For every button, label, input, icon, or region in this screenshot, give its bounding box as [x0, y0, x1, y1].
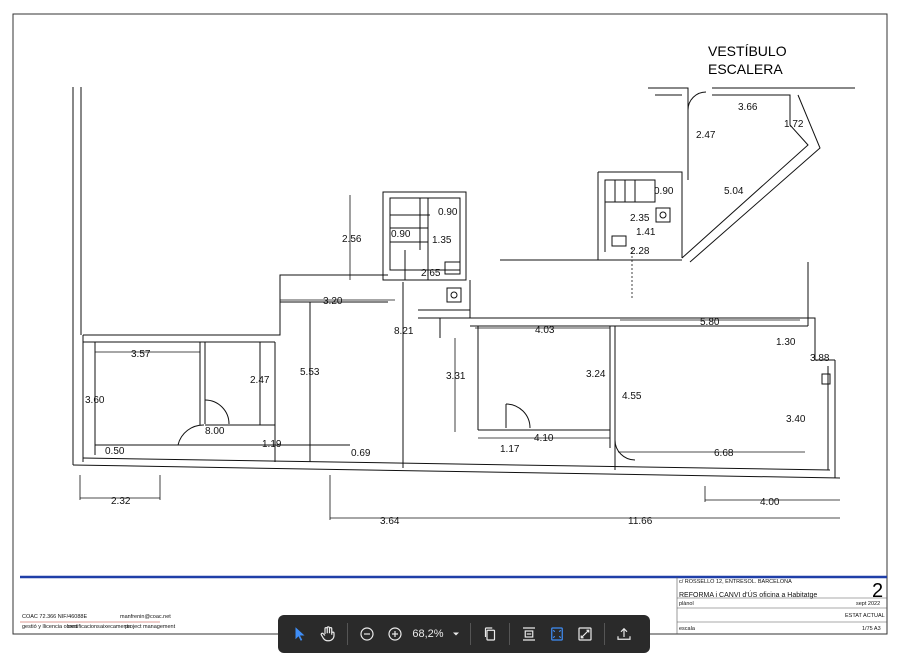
dim-label: 5.53 — [300, 367, 320, 378]
dim-label: 0.50 — [105, 446, 125, 457]
dim-label: 2.35 — [630, 213, 650, 224]
dim-label: 0.69 — [351, 448, 371, 459]
toolbar-divider — [509, 623, 510, 645]
dim-label: 3.20 — [323, 296, 343, 307]
date: sept 2022 — [856, 601, 880, 607]
zoom-out-button[interactable] — [353, 620, 381, 648]
scale-value: 1/75 A3 — [862, 626, 881, 632]
dim-label: 1.72 — [784, 119, 804, 130]
service-item: certificacions — [68, 624, 100, 630]
dim-label: 3.57 — [131, 349, 151, 360]
fit-width-button[interactable] — [515, 620, 543, 648]
sheet-number: 2 — [872, 580, 883, 602]
zoom-out-icon — [360, 627, 374, 641]
fit-page-icon — [551, 627, 563, 641]
zoom-dropdown-button[interactable] — [447, 620, 465, 648]
zoom-level[interactable]: 68,2% — [409, 628, 447, 640]
hand-tool-button[interactable] — [314, 620, 342, 648]
dim-label: 1.17 — [500, 444, 520, 455]
dim-label: 2.47 — [250, 375, 270, 386]
dim-label: 3.64 — [380, 516, 400, 527]
zoom-in-icon — [388, 627, 402, 641]
plan-state: ESTAT ACTUAL — [845, 613, 885, 619]
dim-label: 4.00 — [760, 497, 780, 508]
dimension-labels: 3.66 1.72 2.47 5.04 0.90 2.35 1.41 2.28 … — [85, 102, 830, 527]
scale-label: escala — [679, 626, 696, 632]
floor-plan-drawing: VESTÍBULO ESCALERA 3.66 1.72 2.47 5.04 0… — [12, 13, 888, 635]
dim-label: 2.56 — [342, 234, 362, 245]
fit-page-button[interactable] — [543, 620, 571, 648]
dim-label: 0.90 — [438, 207, 458, 218]
zoom-in-button[interactable] — [381, 620, 409, 648]
project-title: REFORMA i CANVI d'ÚS oficina a Habitatge — [679, 590, 817, 599]
dim-label: 4.10 — [534, 433, 554, 444]
expand-icon — [578, 627, 592, 641]
dim-label: 1.30 — [776, 337, 796, 348]
hand-icon — [320, 626, 335, 642]
dim-label: 3.60 — [85, 395, 105, 406]
chevron-down-icon — [453, 632, 459, 636]
toolbar-divider — [470, 623, 471, 645]
dim-label: 4.03 — [535, 325, 555, 336]
download-button[interactable] — [610, 620, 638, 648]
toolbar-divider — [347, 623, 348, 645]
cursor-arrow-icon — [295, 627, 305, 641]
dim-label: 6.68 — [714, 448, 734, 459]
dim-label: 5.04 — [724, 186, 744, 197]
select-tool-button[interactable] — [286, 620, 314, 648]
dim-label: 3.88 — [810, 353, 830, 364]
office-code: COAC 72.366 NIF/46088E — [22, 614, 87, 620]
dim-label: 0.90 — [391, 229, 411, 240]
toolbar-divider — [604, 623, 605, 645]
address: c/ ROSSELLO 12, ENTRESOL. BARCELONA — [679, 579, 792, 585]
dim-label: 4.55 — [622, 391, 642, 402]
dim-label: 3.66 — [738, 102, 758, 113]
dim-label: 2.28 — [630, 246, 650, 257]
plan-title-escalera: ESCALERA — [708, 61, 783, 77]
copy-pages-icon — [484, 627, 496, 641]
service-item: project management — [125, 624, 176, 630]
dim-label: 1.35 — [432, 235, 452, 246]
dim-label: 2.47 — [696, 130, 716, 141]
fit-width-icon — [523, 627, 535, 641]
dim-label: 5.80 — [700, 317, 720, 328]
dim-label: 8.00 — [205, 426, 225, 437]
dim-label: 1.41 — [636, 227, 656, 238]
dim-label: 3.40 — [786, 414, 806, 425]
expand-button[interactable] — [571, 620, 599, 648]
plan-title-vestibulo: VESTÍBULO — [708, 43, 787, 59]
dim-label: 8.21 — [394, 326, 414, 337]
plan-label: plànol — [679, 601, 694, 607]
office-email: manfrenin@coac.net — [120, 614, 171, 620]
upload-tray-icon — [617, 627, 631, 640]
viewer-toolbar: 68,2% — [278, 615, 650, 653]
dim-label: 2.32 — [111, 496, 131, 507]
dim-label: 3.31 — [446, 371, 466, 382]
dim-label: 3.24 — [586, 369, 606, 380]
dim-label: 1.19 — [262, 439, 282, 450]
dim-label: 0.90 — [654, 186, 674, 197]
dim-label: 11.66 — [628, 516, 653, 527]
dim-label: 2.65 — [421, 268, 441, 279]
page-view-button[interactable] — [476, 620, 504, 648]
